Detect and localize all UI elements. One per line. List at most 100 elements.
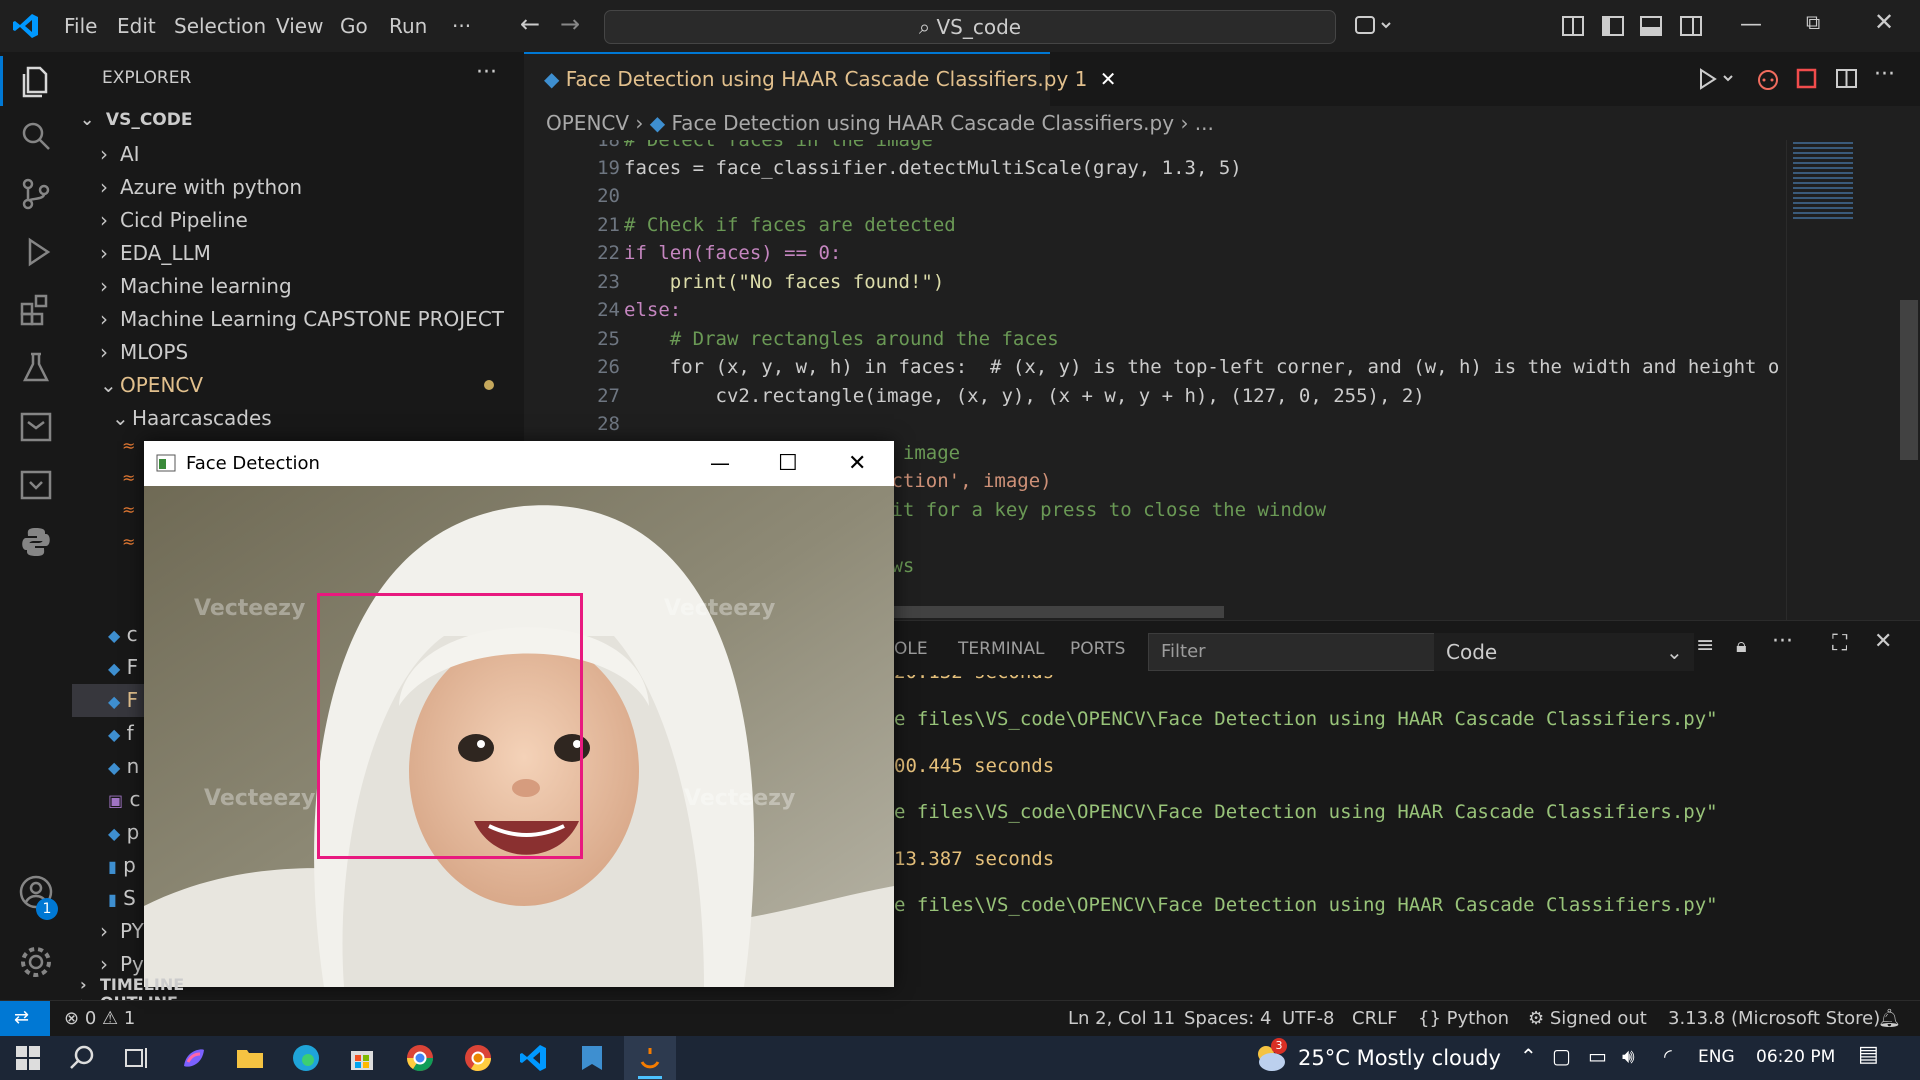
menu-selection[interactable]: Selection xyxy=(174,14,266,38)
settings-gear-icon[interactable] xyxy=(16,942,56,982)
face-maximize-icon[interactable]: ☐ xyxy=(778,441,798,486)
tree-folder-cicd[interactable]: › Cicd Pipeline xyxy=(100,204,248,237)
wifi-icon[interactable]: ◜ xyxy=(1664,1044,1672,1068)
tree-file[interactable]: ◆ n xyxy=(108,750,139,783)
breadcrumb-file[interactable]: Face Detection using HAAR Cascade Classi… xyxy=(672,111,1175,135)
tree-folder-eda[interactable]: › EDA_LLM xyxy=(100,237,211,270)
testing-icon[interactable] xyxy=(16,348,56,388)
clock[interactable]: 06:20 PM xyxy=(1756,1047,1835,1067)
file-encoding[interactable]: UTF-8 xyxy=(1282,1008,1334,1029)
lock-scroll-icon[interactable]: 🔒︎ xyxy=(1736,633,1747,657)
face-close-icon[interactable]: ✕ xyxy=(848,441,866,486)
explorer-more-icon[interactable]: ··· xyxy=(476,60,497,85)
tab-terminal[interactable]: TERMINAL xyxy=(958,639,1044,659)
close-panel-icon[interactable]: ✕ xyxy=(1874,629,1892,654)
tree-folder-opencv[interactable]: ⌄ OPENCV xyxy=(100,369,203,402)
tree-folder-ml-capstone[interactable]: › Machine Learning CAPSTONE PROJECT xyxy=(100,303,504,336)
menu-edit[interactable]: Edit xyxy=(117,14,156,38)
search-icon[interactable] xyxy=(16,116,56,156)
vertical-scrollbar[interactable] xyxy=(1898,140,1920,620)
tree-folder-haarcascades[interactable]: ⌄ Haarcascades xyxy=(112,402,272,435)
tree-file[interactable]: ◆ F xyxy=(108,651,138,684)
tree-file[interactable]: ◆ f xyxy=(108,717,134,750)
breadcrumb-symbol[interactable]: ... xyxy=(1195,111,1214,135)
copilot-chat-icon[interactable] xyxy=(1756,67,1780,91)
tree-file[interactable]: ◆ p xyxy=(108,816,139,849)
language-indicator[interactable]: ENG xyxy=(1698,1047,1735,1067)
vscode-taskbar-icon[interactable] xyxy=(518,1042,550,1074)
windows-start-icon[interactable] xyxy=(12,1042,44,1074)
weather-widget[interactable]: 25°C Mostly cloudy xyxy=(1298,1046,1501,1070)
task-view-icon[interactable] xyxy=(120,1042,152,1074)
cursor-position[interactable]: Ln 2, Col 11 xyxy=(1068,1008,1175,1029)
run-python-file-icon[interactable] xyxy=(1698,68,1738,90)
tree-folder-ai[interactable]: › AI xyxy=(100,138,140,171)
panel-more-icon[interactable]: ··· xyxy=(1772,629,1793,654)
forward-arrow-icon[interactable]: → xyxy=(560,10,580,38)
editor-more-icon[interactable]: ··· xyxy=(1874,62,1895,87)
tree-file[interactable]: ▮ S xyxy=(108,882,136,915)
menu-file[interactable]: File xyxy=(64,14,97,38)
source-control-icon[interactable] xyxy=(16,174,56,214)
taskbar-search-icon[interactable] xyxy=(66,1042,98,1074)
command-center-search[interactable]: ⌕ VS_code xyxy=(604,10,1336,44)
python-interpreter[interactable]: 3.13.8 (Microsoft Store) xyxy=(1668,1008,1880,1029)
timeline-section[interactable]: › TIMELINE xyxy=(80,968,184,1001)
output-channel-select[interactable]: Code ⌄ xyxy=(1434,633,1694,671)
python-idle-icon[interactable] xyxy=(634,1042,666,1074)
remote-indicator[interactable]: ⇄ xyxy=(0,1001,50,1036)
toggle-sidebar-icon[interactable] xyxy=(1602,16,1624,36)
python-icon[interactable] xyxy=(16,522,56,562)
chrome-profile-icon[interactable] xyxy=(462,1042,494,1074)
face-detection-window[interactable]: Face Detection — ☐ ✕ Vecteezy Vecteezy V… xyxy=(144,441,894,987)
show-hidden-icons-icon[interactable]: ⌃ xyxy=(1520,1044,1537,1068)
extensions-icon[interactable] xyxy=(16,290,56,330)
face-minimize-icon[interactable]: — xyxy=(710,441,730,486)
scroll-thumb[interactable] xyxy=(1900,300,1918,460)
tree-folder-py[interactable]: › PY xyxy=(100,915,144,948)
notifications-bell-icon[interactable]: 🔔︎ xyxy=(1878,1008,1901,1029)
problems-indicator[interactable]: ⊗ 0 ⚠ 1 xyxy=(64,1008,135,1029)
breadcrumb-folder[interactable]: OPENCV xyxy=(546,111,629,135)
file-explorer-icon[interactable] xyxy=(234,1042,266,1074)
tab-debug-console[interactable]: OLE xyxy=(894,639,928,659)
volume-icon[interactable]: 🔊︎ xyxy=(1622,1044,1635,1068)
copilot-taskbar-icon[interactable] xyxy=(178,1042,210,1074)
toggle-panel-icon[interactable] xyxy=(1640,16,1662,36)
back-arrow-icon[interactable]: ← xyxy=(520,10,540,38)
terminal-app-icon[interactable] xyxy=(576,1042,608,1074)
tree-folder-azure[interactable]: › Azure with python xyxy=(100,171,302,204)
run-debug-icon[interactable] xyxy=(16,232,56,272)
menu-run[interactable]: Run xyxy=(389,14,427,38)
stop-icon[interactable] xyxy=(1796,68,1818,90)
tree-file[interactable]: ▮ p xyxy=(108,849,136,882)
menu-more[interactable]: ··· xyxy=(452,14,471,38)
chrome-icon[interactable] xyxy=(404,1042,436,1074)
copilot-icon[interactable] xyxy=(1354,14,1394,38)
clear-output-icon[interactable]: ≡ xyxy=(1696,633,1714,658)
toggle-secondary-sidebar-icon[interactable] xyxy=(1680,16,1702,36)
explorer-icon[interactable] xyxy=(16,62,56,102)
containers-icon[interactable] xyxy=(16,464,56,504)
indentation[interactable]: Spaces: 4 xyxy=(1184,1008,1271,1029)
tree-file[interactable]: ◆ c xyxy=(108,618,138,651)
close-tab-icon[interactable]: ✕ xyxy=(1100,67,1117,91)
tab-face-detection[interactable]: ◆ Face Detection using HAAR Cascade Clas… xyxy=(524,52,1117,106)
tree-folder-ml[interactable]: › Machine learning xyxy=(100,270,292,303)
face-window-titlebar[interactable]: Face Detection — ☐ ✕ xyxy=(144,441,894,486)
minimap[interactable] xyxy=(1786,140,1898,620)
remote-explorer-icon[interactable] xyxy=(16,406,56,446)
split-editor-icon[interactable] xyxy=(1836,68,1858,90)
close-window-icon[interactable]: ✕ xyxy=(1874,8,1894,36)
edge-browser-icon[interactable] xyxy=(290,1042,322,1074)
line-ending[interactable]: CRLF xyxy=(1352,1008,1397,1029)
tree-root[interactable]: ⌄ VS_CODE xyxy=(80,104,192,137)
tree-folder-mlops[interactable]: › MLOPS xyxy=(100,336,188,369)
menu-go[interactable]: Go xyxy=(340,14,368,38)
microsoft-store-icon[interactable] xyxy=(346,1042,378,1074)
menu-view[interactable]: View xyxy=(276,14,323,38)
camera-icon[interactable]: ▢ xyxy=(1552,1044,1571,1068)
battery-icon[interactable]: ▭ xyxy=(1588,1044,1607,1068)
tree-file-selected[interactable]: ◆ F xyxy=(108,684,138,717)
horizontal-scrollbar[interactable] xyxy=(894,606,1224,618)
